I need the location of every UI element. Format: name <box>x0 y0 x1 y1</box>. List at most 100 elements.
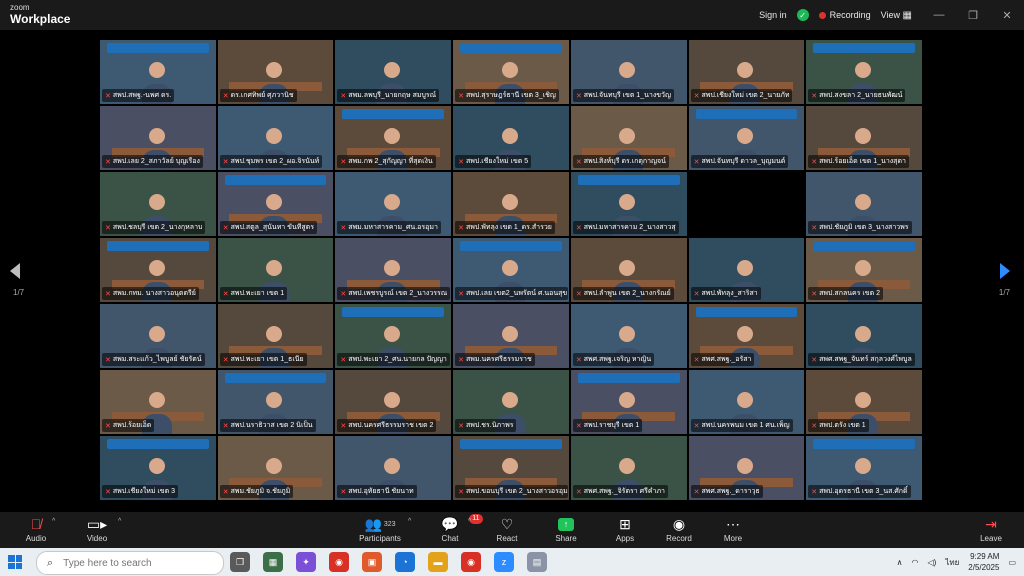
pinned-app-icon[interactable]: ▤ <box>527 552 547 572</box>
participant-tile[interactable]: ✕ สพศ.สพฐ._ดาราวุธ <box>688 436 805 500</box>
participant-tile[interactable]: ✕ สพศ.สพฐ._จิรัตรา ศรีคำภา <box>570 436 687 500</box>
system-clock[interactable]: 9:29 AM 2/5/2025 <box>968 551 999 573</box>
network-icon[interactable]: ◠ <box>912 558 919 567</box>
video-camera-icon: ▭▸ <box>86 515 108 532</box>
recording-indicator[interactable]: Recording <box>818 10 871 20</box>
restore-icon[interactable]: ❐ <box>956 9 990 22</box>
view-button[interactable]: View ▦ <box>881 10 912 21</box>
notification-icon[interactable]: ▭ <box>1008 558 1016 567</box>
participant-tile[interactable]: ✕ สพป.อุทัยธานี ชัยนาท <box>335 436 452 500</box>
participant-tile[interactable]: ✕ สพป.สพฐ.-นพศ ดร. <box>100 40 216 104</box>
office-app-icon[interactable]: ▣ <box>362 552 382 572</box>
participant-tile[interactable]: ✕ สพป.นราธิวาส เขต 2 นิเป็น <box>217 370 334 434</box>
participant-tile[interactable]: ✕ สพม.สระแก้ว_ไพบูลย์ ชัยรัตน์ <box>100 304 216 368</box>
chrome-app-icon[interactable]: ◉ <box>329 552 349 572</box>
participant-tile[interactable]: ✕ สพป.สกลนคร เขต 2 <box>806 238 922 302</box>
participant-tile[interactable]: ✕ สพป.ร้อยเอ็ด <box>100 370 216 434</box>
participant-tile[interactable]: ✕ สพป.พะเยา เขต 1 <box>217 238 334 302</box>
chat-options-chevron-icon[interactable]: ^ <box>468 518 471 525</box>
participant-tile[interactable]: ✕ สพป.เพชรบูรณ์ เขต 2_นางวรรณ <box>335 238 452 302</box>
store-app-icon[interactable]: ▦ <box>263 552 283 572</box>
minimize-icon[interactable]: — <box>922 9 956 21</box>
shield-check-icon[interactable]: ✓ <box>796 9 809 21</box>
windows-start-icon[interactable] <box>8 555 22 569</box>
task-view-icon[interactable]: ❐ <box>230 552 250 572</box>
participant-tile[interactable]: ✕ สพป.จันทบุรี เขต 1_นางขวัญ <box>570 40 687 104</box>
person-head <box>854 194 871 211</box>
participant-tile[interactable]: ✕ สพป.เชียงใหม่ เขต 2_นายภัท <box>688 40 805 104</box>
participant-tile[interactable]: ✕ สพป.ขอนบุรี เขต 2_นางสาวอรอุมา <box>453 436 569 500</box>
sign-in-button[interactable]: Sign in <box>759 10 787 20</box>
participant-tile[interactable]: ✕ สพป.เชียงใหม่ เขต 3 <box>100 436 216 500</box>
participant-tile[interactable]: ✕ สพป.ชุมพร เขต 2_ผอ.จิรนันท์ <box>217 106 334 170</box>
person-head <box>737 458 754 475</box>
participant-tile[interactable]: ✕ สพป.สุราษฎร์ธานี เขต 3_เชิญ <box>453 40 569 104</box>
participant-tile[interactable]: ✕ สพป.มหาสารคาม 2_นางสาวสุ <box>570 172 687 236</box>
video-options-chevron-icon[interactable]: ^ <box>118 518 121 525</box>
participants-options-chevron-icon[interactable]: ^ <box>408 518 411 525</box>
participant-name: สพศ.สพฐ_จันทร์ สกุลวงศ์ไพบูล <box>819 356 912 363</box>
taskbar-search-box[interactable]: ⌕ <box>36 551 224 575</box>
record-button[interactable]: ◉ Record <box>655 514 703 544</box>
participant-name: สพศ.สพฐ.เจริญ หาญิน <box>583 356 652 363</box>
file-explorer-icon[interactable]: ▬ <box>428 552 448 572</box>
participant-tile[interactable]: ✕ สพป.พะเยา 2_ศน.นายกล ปัญญา <box>335 304 452 368</box>
participant-tile[interactable]: ✕ สพป.เลย 2_สภาวัลย์ บุญเรือง <box>100 106 216 170</box>
participant-tile[interactable]: ✕ สพป.พัทลุง_สาริสา <box>688 238 805 302</box>
participant-tile[interactable]: ✕ สพม.มหาสารคาม_ศน.อรอุมา <box>335 172 452 236</box>
mic-muted-icon: ✕ <box>458 224 465 232</box>
chat-button[interactable]: 💬 11 Chat <box>426 514 483 543</box>
backdrop-banner <box>342 109 445 120</box>
apps-button[interactable]: ⊞ Apps <box>601 514 649 544</box>
video-button[interactable]: ▭▸ Video <box>73 514 121 544</box>
participants-button[interactable]: 👥 323 Participants <box>352 514 408 544</box>
participant-tile[interactable]: ✕ สพป.จันทบุรี ดาวล_บุญมนต์ <box>688 106 805 170</box>
react-button[interactable]: ♡ React <box>483 514 531 544</box>
participant-tile[interactable]: ✕ สพป.ร้อยเอ็ด เขต 1_นางสุดา <box>806 106 922 170</box>
close-icon[interactable]: ✕ <box>990 9 1024 22</box>
edge-app-icon[interactable]: ◔ <box>395 552 415 572</box>
copilot-app-icon[interactable]: ✦ <box>296 552 316 572</box>
zoom-app-icon[interactable]: z <box>494 552 514 572</box>
volume-icon[interactable]: ◁) <box>927 558 936 567</box>
participant-tile[interactable]: ✕ สพป.สงขลา 2_นายธนพัฒน์ <box>806 40 922 104</box>
language-indicator[interactable]: ไทย <box>945 556 959 569</box>
participant-tile[interactable]: ✕ ดร.เกศทิพย์ ศุภวานิช <box>217 40 334 104</box>
participant-tile[interactable]: ✕ สพศ.สพฐ._อรัสา <box>688 304 805 368</box>
participant-tile[interactable]: ✕ สพป.ชัยภูมิ เขต 3_นางสาวพร <box>806 172 922 236</box>
audio-options-chevron-icon[interactable]: ^ <box>52 518 55 525</box>
participant-tile[interactable]: ✕ สพป.ชร.นิภาพร <box>453 370 569 434</box>
participant-name-label: ✕ สพม.นครศรีธรรมราช <box>455 353 535 366</box>
backdrop-banner <box>695 109 798 120</box>
participant-tile[interactable]: ✕ สพป.ราชบุรี เขต 1 <box>570 370 687 434</box>
leave-button[interactable]: ⇥ Leave <box>967 514 1015 544</box>
taskbar-search-input[interactable] <box>61 556 206 570</box>
participant-tile[interactable]: ✕ สพป.ตรัง เขต 1 <box>806 370 922 434</box>
participant-tile[interactable]: ✕ สพป.สตูล_สุนันทา ขันทีสูตร <box>217 172 334 236</box>
participant-tile[interactable]: ✕ สพม.กทม. นางสาวอนุตตรีย์ <box>100 238 216 302</box>
participant-tile[interactable]: ✕ สพป.นครพนม เขต 1 ศน.เพ็ญ <box>688 370 805 434</box>
participant-tile[interactable]: ✕ สพศ.สพฐ_จันทร์ สกุลวงศ์ไพบูล <box>806 304 922 368</box>
participant-name-label: ✕ สพป.เชียงใหม่ เขต 2_นายภัท <box>690 89 793 102</box>
tray-chevron-icon[interactable]: ∧ <box>897 558 903 567</box>
participant-tile[interactable]: ✕ สพม.กพ 2_สุกัญญา ที่สุดเงิน <box>335 106 452 170</box>
share-button[interactable]: ↑ Share <box>542 514 590 543</box>
participant-tile[interactable]: ✕ สพม.นครศรีธรรมราช <box>453 304 569 368</box>
participant-tile[interactable]: ✕ สพป.เลย เขต2_นพรัตน์ ศ.นอนสุข <box>453 238 569 302</box>
more-button[interactable]: ⋯ More <box>709 514 757 544</box>
chrome-app-2-icon[interactable]: ◉ <box>461 552 481 572</box>
participant-tile[interactable]: ✕ สพม.ลพบุรี_นายกฤษ สมบูรณ์ <box>335 40 452 104</box>
participant-tile[interactable]: ✕ สพป.นครศรีธรรมราช เขต 2 <box>335 370 452 434</box>
participant-tile[interactable]: ✕ สพป.เชียงใหม่ เขต 5 <box>453 106 569 170</box>
participant-tile[interactable]: ✕ สพป.พัทลุง เขต 1_ดร.สำรวย <box>453 172 569 236</box>
participant-tile[interactable]: ✕ สพป.พะเยา เขต 1_ธเนีย <box>217 304 334 368</box>
participant-name: สพม.ชัยภูมิ จ.ชัยภูมิ <box>230 488 291 495</box>
participant-tile[interactable]: ✕ สพศ.สพฐ.เจริญ หาญิน <box>570 304 687 368</box>
participant-tile[interactable]: ✕ สพป.อุดรธานี เขต 3_นส.ศักดิ์ <box>806 436 922 500</box>
participant-tile[interactable]: ✕ สพป.ชลบุรี เขต 2_นางกุหลาบ <box>100 172 216 236</box>
participant-tile[interactable]: ✕ สพม.ชัยภูมิ จ.ชัยภูมิ <box>217 436 334 500</box>
previous-page-icon[interactable] <box>10 263 20 279</box>
next-page-icon[interactable] <box>1000 263 1010 279</box>
participant-tile[interactable]: ✕ สพป.สิงห์บุรี ดร.เกตุกาญจน์ <box>570 106 687 170</box>
participant-tile[interactable]: ✕ สพป.ลำพูน เขต 2_นางกรัณย์ <box>570 238 687 302</box>
